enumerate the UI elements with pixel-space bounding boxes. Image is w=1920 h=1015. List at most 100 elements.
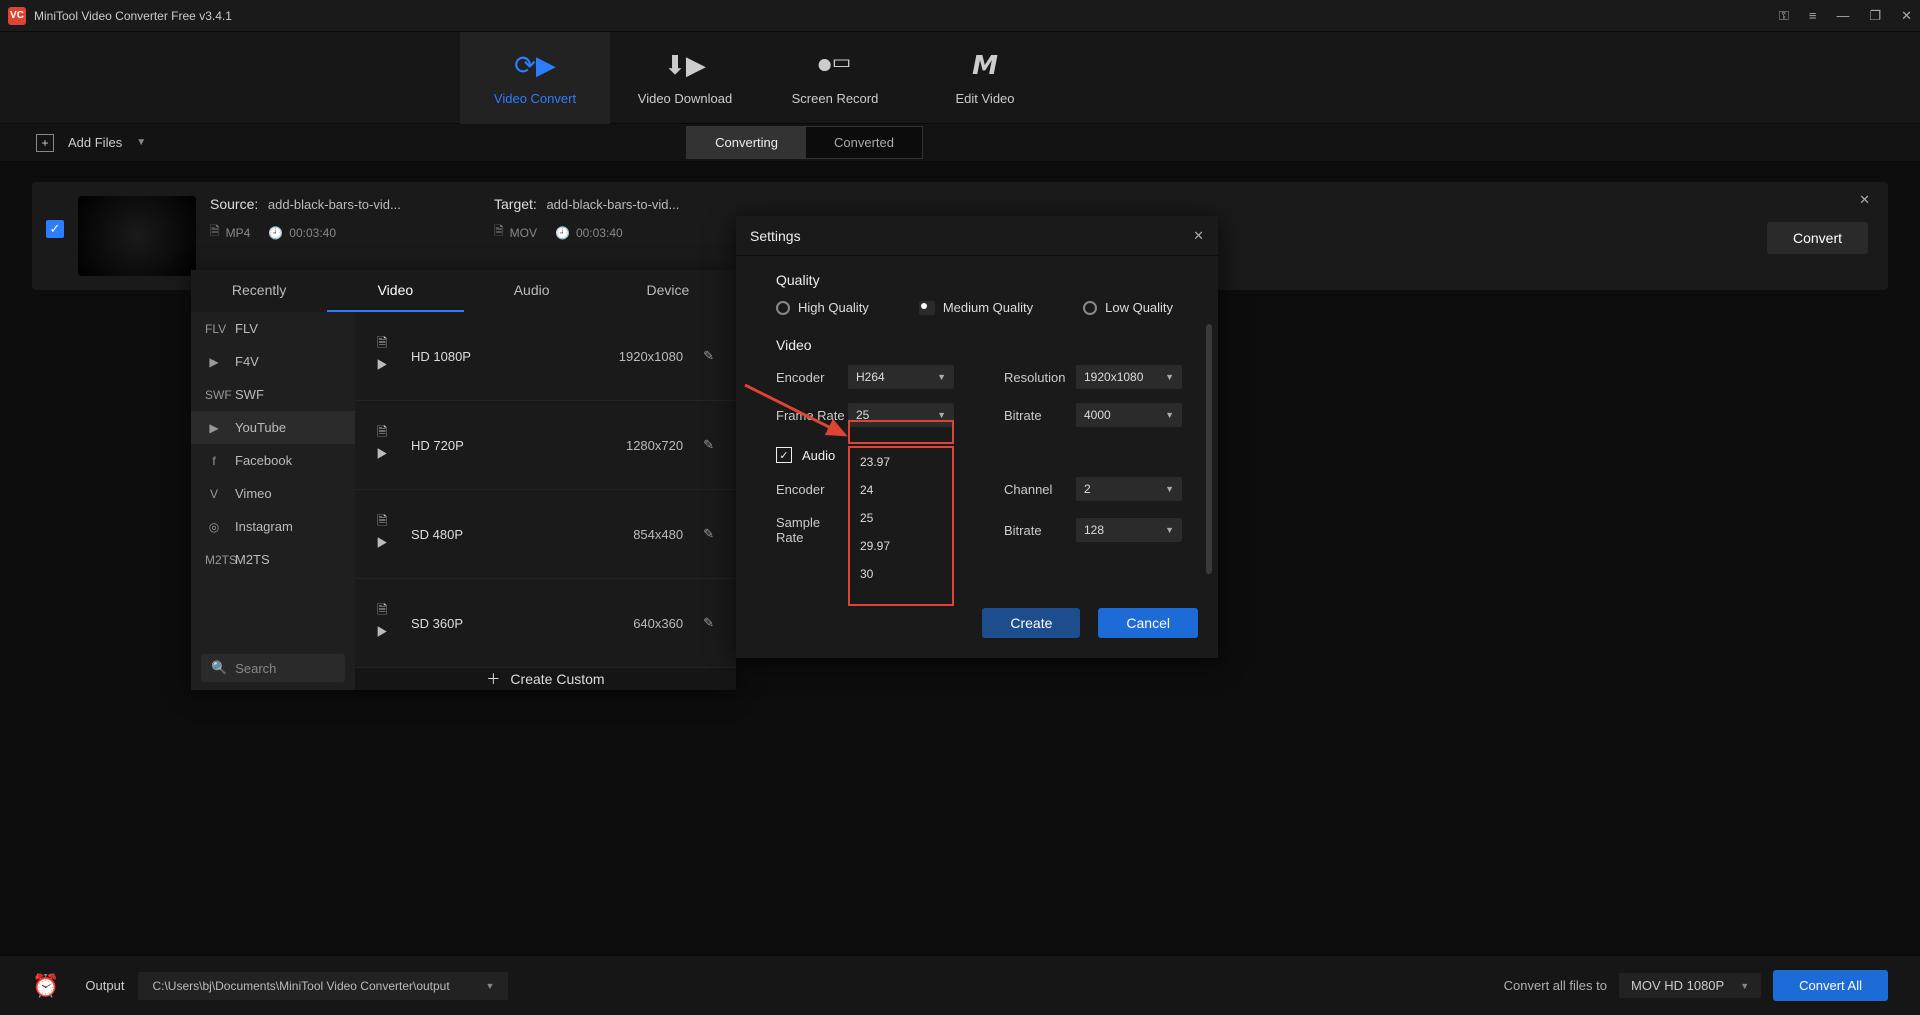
channel-select[interactable]: 2▼ [1076, 477, 1182, 501]
encoder-label: Encoder [776, 370, 848, 385]
tab-video-convert[interactable]: ⟳▶ Video Convert [460, 32, 610, 124]
quality-medium-radio[interactable]: Medium Quality [919, 300, 1033, 315]
edit-icon[interactable]: ✎ [703, 437, 714, 453]
minimize-icon[interactable]: — [1836, 8, 1849, 23]
resolution-label: Resolution [1004, 370, 1076, 385]
cat-flv[interactable]: FLVFLV [191, 312, 355, 345]
audio-section-label: Audio [802, 448, 835, 463]
menu-icon[interactable]: ≡ [1809, 8, 1817, 23]
instagram-icon: ◎ [205, 520, 223, 534]
edit-icon[interactable]: ✎ [703, 348, 714, 364]
format-tab-video[interactable]: Video [327, 270, 463, 312]
document-icon: 🗎▶ [377, 423, 397, 467]
tab-edit-video[interactable]: 𝙈 Edit Video [910, 32, 1060, 124]
document-icon: 🗎▶ [377, 601, 397, 645]
video-convert-icon: ⟳▶ [514, 50, 556, 81]
quality-low-radio[interactable]: Low Quality [1083, 300, 1173, 315]
audio-checkbox[interactable]: ✓ [776, 447, 792, 463]
preset-hd-720p[interactable]: 🗎▶ HD 720P 1280x720 ✎ [355, 401, 736, 490]
format-search-input[interactable]: 🔍 Search [201, 654, 345, 682]
sub-header: + Add Files ▼ Converting Converted [0, 124, 1920, 162]
frame-rate-option[interactable]: 30 [850, 560, 952, 588]
convert-all-label: Convert all files to [1504, 978, 1607, 993]
edit-icon[interactable]: ✎ [703, 526, 714, 542]
bitrate-select[interactable]: 4000▼ [1076, 403, 1182, 427]
preset-sd-360p[interactable]: 🗎▶ SD 360P 640x360 ✎ [355, 579, 736, 668]
cat-m2ts[interactable]: M2TSM2TS [191, 543, 355, 576]
frame-rate-option[interactable]: 23.97 [850, 448, 952, 476]
chevron-down-icon: ▼ [1165, 484, 1174, 494]
encoder-select[interactable]: H264▼ [848, 365, 954, 389]
tab-video-download[interactable]: ⬇▶ Video Download [610, 32, 760, 124]
output-path-select[interactable]: C:\Users\bj\Documents\MiniTool Video Con… [138, 972, 508, 1000]
cancel-button[interactable]: Cancel [1098, 608, 1198, 638]
preset-sd-480p[interactable]: 🗎▶ SD 480P 854x480 ✎ [355, 490, 736, 579]
cat-vimeo[interactable]: VVimeo [191, 477, 355, 510]
search-icon: 🔍 [211, 660, 227, 676]
convert-all-format-select[interactable]: MOV HD 1080P ▼ [1619, 973, 1761, 998]
format-categories[interactable]: FLVFLV ▶F4V SWFSWF ▶YouTube fFacebook VV… [191, 312, 355, 690]
audio-bitrate-select[interactable]: 128▼ [1076, 518, 1182, 542]
tab-label: Edit Video [955, 91, 1014, 106]
cat-instagram[interactable]: ◎Instagram [191, 510, 355, 543]
format-tab-recently[interactable]: Recently [191, 270, 327, 312]
tab-converted[interactable]: Converted [806, 127, 922, 158]
format-tab-device[interactable]: Device [600, 270, 736, 312]
tab-converting[interactable]: Converting [687, 127, 806, 158]
convert-button[interactable]: Convert [1767, 222, 1868, 254]
cat-swf[interactable]: SWFSWF [191, 378, 355, 411]
source-ext: MP4 [226, 226, 251, 240]
chevron-down-icon: ▼ [486, 981, 495, 991]
frame-rate-option[interactable]: 25 [850, 504, 952, 532]
clock-icon: 🕘 [268, 226, 283, 240]
f4v-icon: ▶ [205, 355, 223, 369]
bitrate-label: Bitrate [1004, 408, 1076, 423]
scheduler-icon[interactable]: ⏰ [32, 973, 59, 999]
vimeo-icon: V [205, 487, 223, 501]
create-custom-button[interactable]: ＋ Create Custom [355, 668, 736, 690]
settings-scrollbar[interactable] [1206, 324, 1212, 574]
video-section-label: Video [776, 337, 1178, 353]
tab-label: Video Download [638, 91, 732, 106]
output-label: Output [85, 978, 124, 993]
frame-rate-option[interactable]: 24 [850, 476, 952, 504]
format-panel: Recently Video Audio Device FLVFLV ▶F4V … [191, 270, 736, 690]
tab-screen-record[interactable]: ⏺▭ Screen Record [760, 32, 910, 124]
resolution-select[interactable]: 1920x1080▼ [1076, 365, 1182, 389]
cat-youtube[interactable]: ▶YouTube [191, 411, 355, 444]
cat-f4v[interactable]: ▶F4V [191, 345, 355, 378]
converting-tabs: Converting Converted [686, 126, 923, 159]
item-thumbnail[interactable] [78, 196, 196, 276]
frame-rate-option[interactable]: 29.97 [850, 532, 952, 560]
file-icon: 🗎 [494, 222, 504, 243]
preset-hd-1080p[interactable]: 🗎▶ HD 1080P 1920x1080 ✎ [355, 312, 736, 401]
plus-icon: ＋ [486, 669, 500, 689]
add-files-button[interactable]: + Add Files ▼ [36, 134, 146, 152]
channel-label: Channel [1004, 482, 1076, 497]
settings-close-icon[interactable]: ✕ [1193, 228, 1204, 244]
frame-rate-select[interactable]: 25▼ [848, 403, 954, 427]
frame-rate-dropdown[interactable]: 23.97 24 25 29.97 30 [850, 448, 952, 588]
add-files-label: Add Files [68, 135, 122, 150]
cat-facebook[interactable]: fFacebook [191, 444, 355, 477]
format-tab-audio[interactable]: Audio [464, 270, 600, 312]
create-button[interactable]: Create [982, 608, 1080, 638]
quality-high-radio[interactable]: High Quality [776, 300, 869, 315]
sample-rate-label: Sample Rate [776, 515, 848, 545]
settings-dialog: Settings ✕ Quality High Quality Medium Q… [736, 216, 1218, 658]
target-label: Target: [494, 196, 537, 212]
edit-icon[interactable]: ✎ [703, 615, 714, 631]
maximize-icon[interactable]: ❐ [1869, 8, 1881, 24]
swf-icon: SWF [205, 388, 223, 402]
edit-video-icon: 𝙈 [972, 50, 998, 81]
source-duration: 00:03:40 [289, 226, 336, 240]
footer-bar: ⏰ Output C:\Users\bj\Documents\MiniTool … [0, 955, 1920, 1015]
m2ts-icon: M2TS [205, 553, 223, 567]
file-icon: 🗎 [210, 222, 220, 243]
item-close-icon[interactable]: ✕ [1859, 192, 1870, 208]
key-icon[interactable]: ⚿ [1779, 8, 1789, 24]
close-icon[interactable]: ✕ [1901, 8, 1912, 24]
item-checkbox[interactable]: ✓ [46, 220, 64, 238]
convert-all-button[interactable]: Convert All [1773, 970, 1888, 1001]
target-duration: 00:03:40 [576, 226, 623, 240]
